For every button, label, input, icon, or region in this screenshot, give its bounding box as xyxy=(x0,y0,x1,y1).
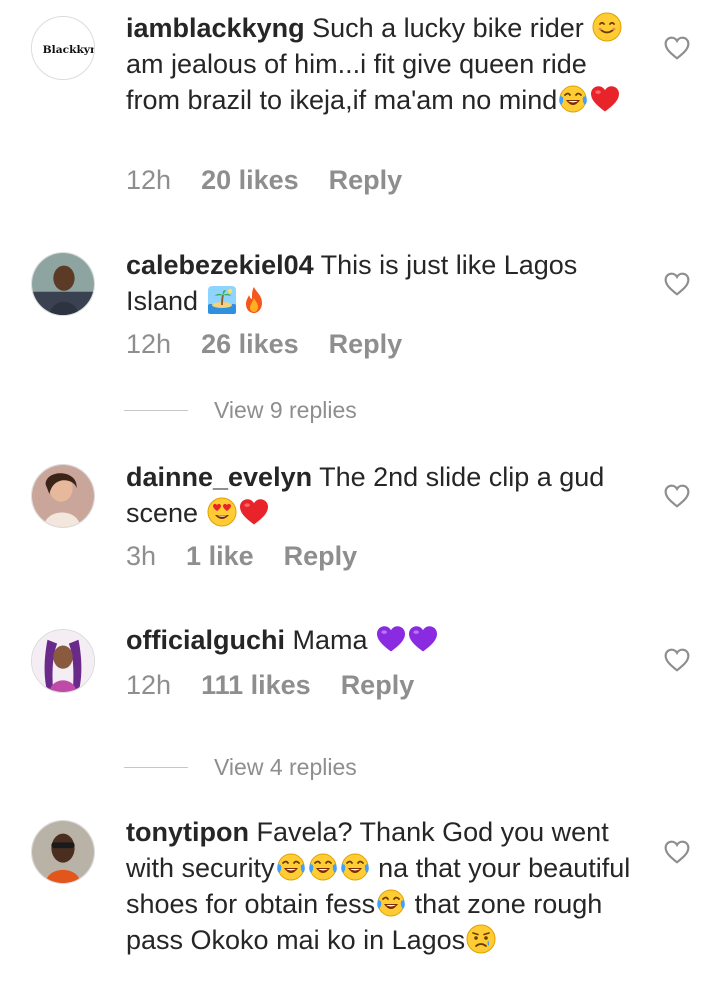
view-replies-label[interactable]: View 9 replies xyxy=(214,392,357,428)
reply-button[interactable]: Reply xyxy=(341,667,415,703)
comment-time: 3h xyxy=(126,541,157,571)
reply-button[interactable]: Reply xyxy=(329,162,403,198)
comment-time: 12h xyxy=(126,329,172,359)
replies-divider xyxy=(124,410,188,411)
replies-divider xyxy=(124,767,188,768)
tears-of-joy-icon xyxy=(376,888,406,918)
comment-text: Mama xyxy=(292,625,368,655)
reply-button[interactable]: Reply xyxy=(329,326,403,362)
desert-island-icon xyxy=(207,285,237,315)
avatar[interactable]: Blackkyng xyxy=(31,16,95,80)
like-heart-icon[interactable] xyxy=(664,36,690,60)
comment-text-continued: am jealous of him...i fit give queen rid… xyxy=(126,49,587,115)
likes-count-link[interactable]: 111 likes xyxy=(201,667,311,703)
likes-count-link[interactable]: 1 like xyxy=(186,538,254,574)
red-heart-icon xyxy=(590,84,620,114)
heart-eyes-icon xyxy=(207,497,237,527)
comment-meta: 3h 1 like Reply xyxy=(126,538,357,574)
comment-username[interactable]: calebezekiel04 xyxy=(126,250,314,280)
comment-username[interactable]: officialguchi xyxy=(126,625,285,655)
avatar[interactable] xyxy=(31,252,95,316)
reply-button[interactable]: Reply xyxy=(284,538,358,574)
likes-count-link[interactable]: 26 likes xyxy=(201,326,299,362)
purple-heart-icon xyxy=(376,624,406,654)
avatar[interactable] xyxy=(31,464,95,528)
tears-of-joy-icon xyxy=(558,84,588,114)
avatar-logo-text: Blackkyng xyxy=(43,43,94,56)
comment-username[interactable]: iamblackkyng xyxy=(126,13,305,43)
comment-username[interactable]: dainne_evelyn xyxy=(126,462,312,492)
purple-heart-icon xyxy=(408,624,438,654)
comment-meta: 12h 111 likes Reply xyxy=(126,667,414,703)
likes-count-link[interactable]: 20 likes xyxy=(201,162,299,198)
smiling-face-icon xyxy=(592,12,622,42)
tears-of-joy-icon xyxy=(340,852,370,882)
like-heart-icon[interactable] xyxy=(664,484,690,508)
avatar[interactable] xyxy=(31,820,95,884)
like-heart-icon[interactable] xyxy=(664,648,690,672)
comment-time: 12h xyxy=(126,165,172,195)
comment-meta: 12h 26 likes Reply xyxy=(126,326,402,362)
red-heart-icon xyxy=(239,497,269,527)
fire-icon xyxy=(239,285,269,315)
view-replies-button[interactable]: View 9 replies xyxy=(124,392,524,428)
comment-text: Such a lucky bike rider xyxy=(312,13,584,43)
sad-relieved-face-icon xyxy=(466,924,496,954)
view-replies-label[interactable]: View 4 replies xyxy=(214,749,357,785)
comment-meta: 12h 20 likes Reply xyxy=(126,162,402,198)
comment-time: 12h xyxy=(126,670,172,700)
like-heart-icon[interactable] xyxy=(664,272,690,296)
tears-of-joy-icon xyxy=(276,852,306,882)
avatar[interactable] xyxy=(31,629,95,693)
tears-of-joy-icon xyxy=(308,852,338,882)
like-heart-icon[interactable] xyxy=(664,840,690,864)
comment-username[interactable]: tonytipon xyxy=(126,817,249,847)
view-replies-button[interactable]: View 4 replies xyxy=(124,749,524,785)
